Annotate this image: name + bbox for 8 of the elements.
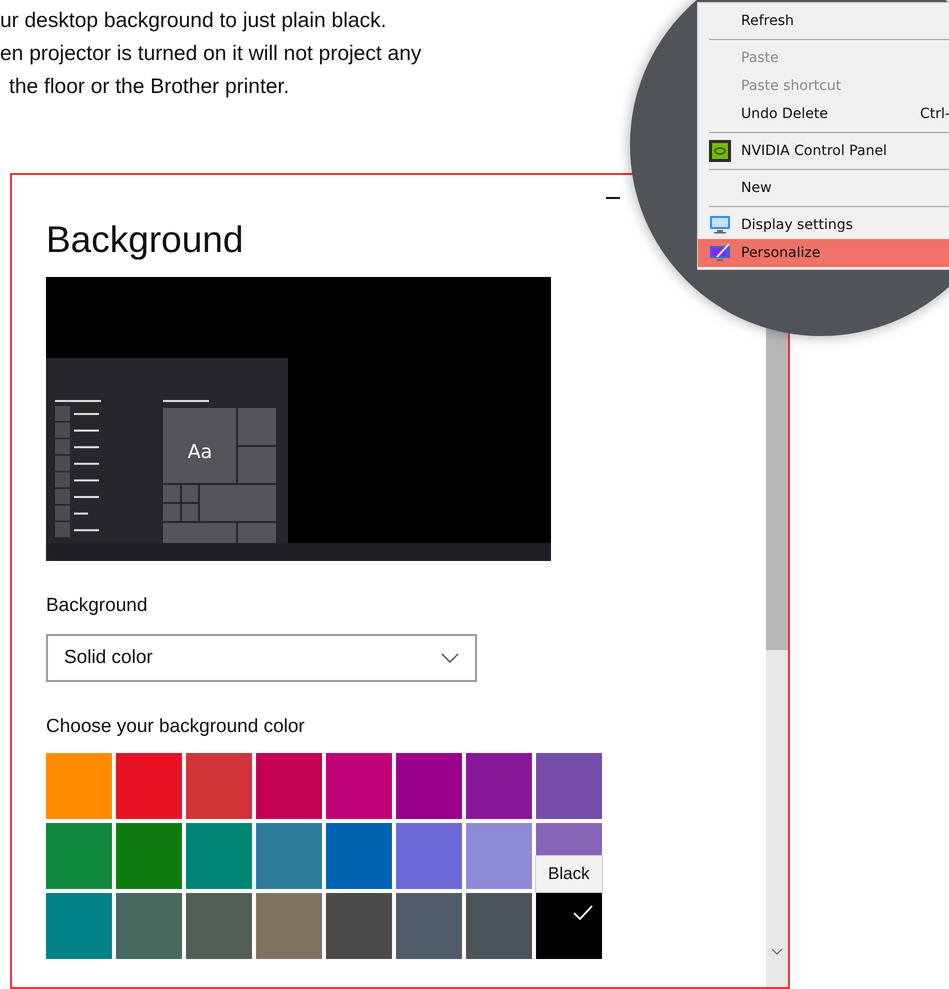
tile-label: Aa (188, 441, 212, 463)
article-text: ur desktop background to just plain black. (0, 8, 386, 34)
article-text: en projector is turned on it will not project any (0, 41, 422, 67)
field-label: Background (46, 594, 148, 618)
tooltip: Black (535, 855, 603, 893)
page-title: Background (46, 218, 244, 262)
section-label: Choose your background color (46, 715, 306, 739)
article-text: the floor or the Brother printer. (8, 74, 290, 100)
